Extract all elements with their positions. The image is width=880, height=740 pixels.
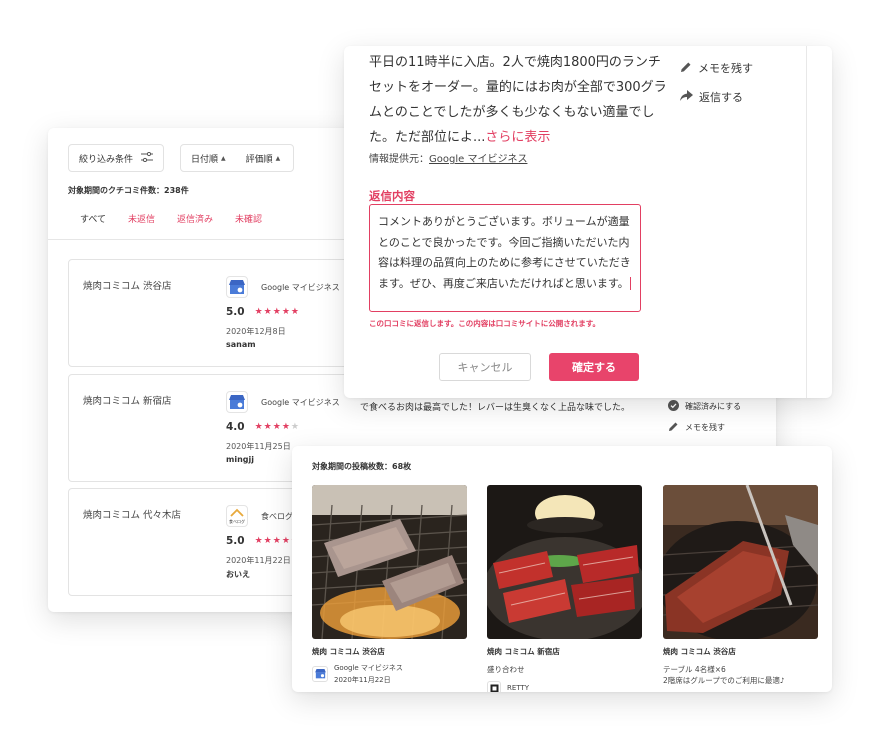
review-date: 2020年11月22日 — [226, 556, 291, 565]
review-rating: 4.0 ★★★★★ — [226, 421, 300, 433]
review-tabs: すべて 未返信 返信済み 未確認 — [48, 212, 348, 240]
google-my-business-icon — [226, 276, 248, 298]
photo-caption: テーブル 4名様×6 — [663, 665, 726, 674]
sort-rating-label: 評価順 — [245, 154, 273, 165]
photo-source: Google マイビジネス 2020年11月22日 — [312, 662, 403, 686]
review-source-name: Google マイビジネス — [261, 398, 340, 407]
photos-panel: 対象期間の投稿枚数：68枚 焼肉 コミコム 渋谷店 Google マイビジネス … — [292, 446, 832, 692]
review-user: mingjj — [226, 455, 254, 464]
sort-arrows-icon: ▲ — [221, 154, 226, 162]
review-rating: 5.0 ★★★★★ — [226, 306, 300, 318]
google-my-business-icon — [226, 391, 248, 413]
tab-all[interactable]: すべて — [80, 212, 106, 239]
review-rating: 5.0 ★★★★★ — [226, 535, 300, 547]
photo-source: RETTY — [487, 681, 529, 692]
photo-grilled-meat[interactable] — [312, 485, 467, 639]
sort-rating-select[interactable]: 評価順 ▲ — [246, 152, 281, 165]
photo-source-name: RETTY — [507, 684, 529, 692]
photo-source-name: Google マイビジネス — [334, 664, 403, 672]
photo-grill-table[interactable] — [663, 485, 818, 639]
photo-count: 対象期間の投稿枚数：68枚 — [312, 462, 412, 471]
rating-value: 5.0 — [226, 306, 245, 318]
reply-modal: 平日の11時半に入店。2人で焼肉1800円のランチセットをオーダー。量的にはお肉… — [344, 46, 832, 398]
read-more-link[interactable]: さらに表示 — [485, 130, 550, 145]
review-store-name: 焼肉コミコム 代々木店 — [83, 510, 182, 521]
svg-text:食べログ: 食べログ — [229, 518, 245, 524]
photo-store-name: 焼肉 コミコム 渋谷店 — [663, 647, 736, 656]
rating-value: 5.0 — [226, 535, 245, 547]
review-count: 対象期間のクチコミ件数：238件 — [68, 186, 189, 195]
sort-date-select[interactable]: 日付順 ▲ — [191, 152, 226, 165]
sort-date-label: 日付順 — [191, 154, 219, 165]
photo-date: 2020年11月22日 — [334, 676, 391, 684]
photo-caption: 盛り合わせ — [487, 665, 525, 674]
pencil-icon — [680, 61, 692, 76]
mark-confirmed-button[interactable]: 確認済みにする — [668, 400, 741, 413]
review-store-name: 焼肉コミコム 渋谷店 — [83, 281, 172, 292]
reply-action-label: 返信する — [699, 91, 743, 104]
review-date: 2020年12月8日 — [226, 327, 286, 336]
tab-unreplied[interactable]: 未返信 — [128, 212, 155, 239]
leave-memo-label: メモを残す — [698, 62, 753, 75]
reply-textarea[interactable]: コメントありがとうございます。ボリュームが適量とのことで良かったです。今回ご指摘… — [369, 204, 641, 312]
info-source-prefix: 情報提供元： — [369, 154, 429, 165]
reply-value: コメントありがとうございます。ボリュームが適量とのことで良かったです。今回ご指摘… — [378, 215, 631, 290]
info-source-link[interactable]: Google マイビジネス — [429, 154, 527, 165]
review-store-name: 焼肉コミコム 新宿店 — [83, 396, 172, 407]
review-source-name: Google マイビジネス — [261, 283, 340, 292]
reply-label: 返信内容 — [369, 189, 415, 203]
review-date: 2020年11月25日 — [226, 442, 291, 451]
retty-logo-icon — [487, 681, 501, 692]
photo-meat-platter[interactable] — [487, 485, 642, 639]
review-user: おいえ — [226, 570, 250, 579]
cancel-button[interactable]: キャンセル — [439, 353, 531, 381]
pencil-icon — [668, 421, 679, 434]
leave-memo-button[interactable]: メモを残す — [680, 60, 753, 76]
photo-caption-detail: 2階席はグループでのご利用に最適♪ — [663, 676, 785, 685]
tab-replied[interactable]: 返信済み — [177, 212, 213, 239]
check-circle-icon — [668, 400, 679, 413]
filter-sliders-icon — [141, 151, 153, 165]
review-full-text: 平日の11時半に入店。2人で焼肉1800円のランチセットをオーダー。量的にはお肉… — [369, 50, 669, 150]
text-caret — [629, 277, 631, 290]
sort-arrows-icon: ▲ — [275, 154, 281, 162]
star-rating-icon: ★★★★★ — [254, 422, 300, 432]
confirm-button[interactable]: 確定する — [549, 353, 639, 381]
review-source-name: 食べログ — [261, 512, 293, 521]
photo-store-name: 焼肉 コミコム 渋谷店 — [312, 647, 385, 656]
rating-value: 4.0 — [226, 421, 245, 433]
reply-action-button[interactable]: 返信する — [680, 89, 743, 105]
leave-memo-button[interactable]: メモを残す — [668, 421, 725, 434]
review-user: sanam — [226, 340, 256, 349]
tab-unconfirmed[interactable]: 未確認 — [235, 212, 262, 239]
google-my-business-icon — [312, 666, 328, 682]
sort-selector[interactable]: 日付順 ▲ 評価順 ▲ — [180, 144, 294, 172]
share-arrow-icon — [680, 90, 693, 104]
reply-note: この口コミに返信します。この内容は口コミサイトに公開されます。 — [369, 319, 600, 328]
tabelog-logo-icon: 食べログ — [226, 505, 248, 527]
filter-label: 絞り込み条件 — [79, 154, 134, 165]
info-source: 情報提供元：Google マイビジネス — [369, 150, 527, 165]
mark-confirmed-label: 確認済みにする — [685, 402, 742, 411]
star-rating-icon: ★★★★★ — [254, 307, 300, 317]
panel-divider — [806, 46, 807, 398]
leave-memo-label: メモを残す — [685, 423, 725, 432]
filter-conditions-button[interactable]: 絞り込み条件 — [68, 144, 164, 172]
photo-store-name: 焼肉 コミコム 新宿店 — [487, 647, 560, 656]
